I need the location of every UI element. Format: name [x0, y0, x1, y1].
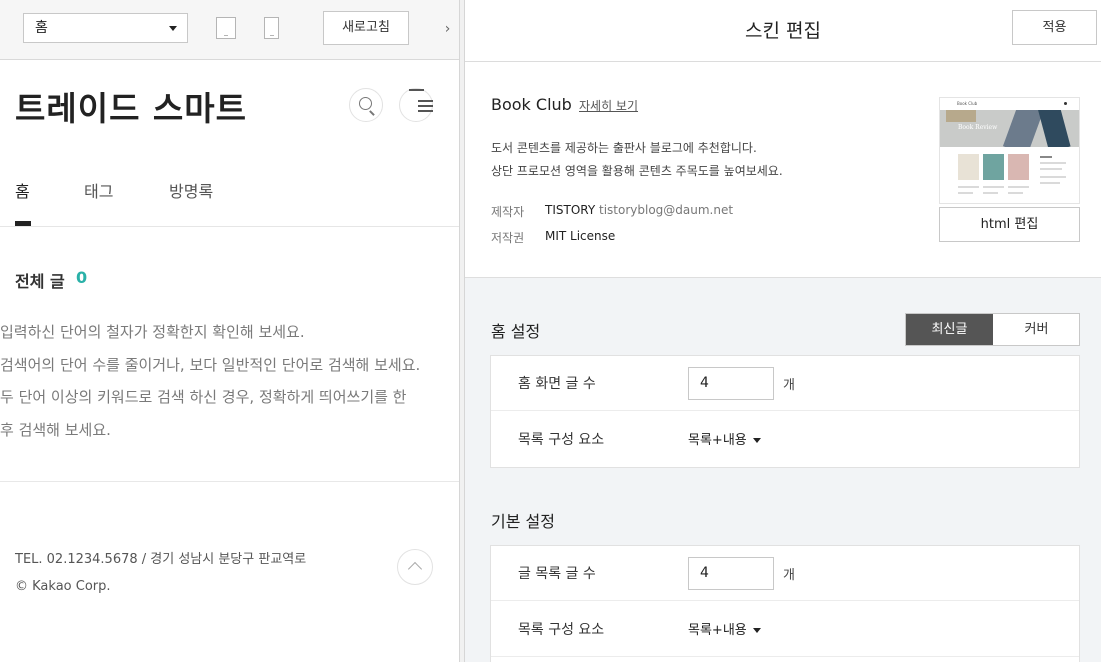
nav-tag[interactable]: 태그	[84, 178, 113, 202]
skin-thumbnail: Book Club Book Review	[939, 97, 1080, 204]
skin-editor-pane: 스킨 편집 적용 Book Club 자세히 보기 도서 콘텐츠를 제공하는 출…	[465, 0, 1101, 662]
row-label: 목록 구성 요소	[518, 432, 605, 448]
editor-title: 스킨 편집	[745, 20, 821, 42]
maker-label: 제작자	[491, 205, 525, 219]
hamburger-menu-icon	[409, 89, 433, 112]
home-settings-panel: 홈 화면 글 수 4 개 목록 구성 요소 목록+내용	[490, 355, 1080, 468]
search-guide: 입력하신 단어의 철자가 정확한지 확인해 보세요. 검색어의 단어 수를 줄이…	[0, 316, 459, 446]
blog-nav: 홈 태그 방명록	[0, 160, 459, 227]
basic-settings-panel: 글 목록 글 수 4 개 목록 구성 요소 목록+내용	[490, 545, 1080, 662]
license-label: 저작권	[491, 231, 525, 245]
license-value: MIT License	[545, 229, 616, 243]
guide-line: 두 단어 이상의 키워드로 검색 하신 경우, 정확하게 띄어쓰기를 한	[0, 388, 407, 406]
nav-guestbook[interactable]: 방명록	[169, 178, 213, 202]
mode-latest-button[interactable]: 최신글	[906, 314, 993, 345]
search-button[interactable]	[349, 88, 383, 122]
editor-header: 스킨 편집 적용	[465, 0, 1101, 62]
guide-line: 입력하신 단어의 철자가 정확한지 확인해 보세요.	[0, 323, 305, 341]
nav-home[interactable]: 홈	[15, 178, 30, 202]
row-label: 홈 화면 글 수	[518, 376, 596, 392]
guide-line: 검색어의 단어 수를 줄이거나, 보다 일반적인 단어로 검색해 보세요.	[0, 355, 421, 374]
chevron-up-icon[interactable]	[397, 549, 433, 585]
tablet-icon[interactable]	[216, 17, 236, 39]
preview-toolbar: 홈 새로고침 ›	[0, 0, 459, 60]
skin-info-card: Book Club 자세히 보기 도서 콘텐츠를 제공하는 출판사 블로그에 추…	[465, 62, 1101, 278]
list-post-count-input[interactable]: 4	[688, 557, 774, 590]
chevron-right-icon[interactable]: ›	[436, 0, 459, 60]
settings-row: 목록 구성 요소 목록+내용	[491, 412, 1079, 467]
row-label: 글 목록 글 수	[518, 566, 596, 582]
post-count-label: 전체 글	[15, 272, 65, 291]
guide-line: 후 검색해 보세요.	[0, 420, 111, 439]
chevron-down-icon	[169, 26, 177, 31]
footer-divider	[0, 481, 459, 482]
post-count: 0	[76, 268, 88, 287]
html-edit-button[interactable]: html 편집	[939, 207, 1080, 242]
skin-detail-link[interactable]: 자세히 보기	[579, 97, 638, 114]
description-line: 도서 콘텐츠를 제공하는 출판사 블로그에 추천합니다.	[491, 141, 757, 155]
home-post-count-input[interactable]: 4	[688, 367, 774, 400]
home-mode-toggle: 최신글 커버	[905, 313, 1080, 346]
thumbnail-bar-text: Book Club	[957, 101, 978, 106]
maker-email: tistoryblog@daum.net	[599, 203, 734, 217]
nav-active-indicator	[15, 221, 31, 226]
home-list-element-select[interactable]: 목록+내용	[688, 429, 761, 448]
basic-settings-title: 기본 설정	[491, 512, 555, 531]
page-select[interactable]: 홈	[23, 13, 188, 43]
row-label: 목록 구성 요소	[518, 622, 605, 638]
menu-button[interactable]	[399, 88, 433, 122]
mobile-icon[interactable]	[264, 17, 279, 39]
list-element-select[interactable]: 목록+내용	[688, 619, 761, 638]
preview-pane: 홈 새로고침 › 트레이드 스마트 홈 태그 방명록 전체 글 0 입력하신 단…	[0, 0, 459, 662]
chevron-down-icon	[752, 628, 761, 633]
refresh-button[interactable]: 새로고침	[323, 11, 409, 45]
page-select-value: 홈	[35, 20, 48, 36]
footer-contact: TEL. 02.1234.5678 / 경기 성남시 분당구 판교역로	[15, 552, 307, 567]
settings-row: 목록 구성 요소 목록+내용	[491, 602, 1079, 657]
apply-button[interactable]: 적용	[1012, 10, 1097, 45]
skin-name: Book Club	[491, 95, 572, 114]
dropdown-value: 목록+내용	[688, 623, 747, 638]
maker-value: TISTORY tistoryblog@daum.net	[545, 203, 733, 217]
skin-description: 도서 콘텐츠를 제공하는 출판사 블로그에 추천합니다. 상단 프로모션 영역을…	[491, 137, 783, 183]
blog-title[interactable]: 트레이드 스마트	[15, 82, 247, 130]
dropdown-value: 목록+내용	[688, 433, 747, 448]
settings-row: 글 목록 글 수 4 개	[491, 546, 1079, 601]
footer-copyright: © Kakao Corp.	[15, 579, 111, 594]
maker-name: TISTORY	[545, 203, 596, 217]
settings-row: 홈 화면 글 수 4 개	[491, 356, 1079, 411]
unit-label: 개	[783, 378, 795, 393]
chevron-down-icon	[752, 438, 761, 443]
description-line: 상단 프로모션 영역을 활용해 콘텐츠 주목도를 높여보세요.	[491, 164, 783, 178]
mode-cover-button[interactable]: 커버	[993, 314, 1080, 345]
unit-label: 개	[783, 568, 795, 583]
thumbnail-hero-text: Book Review	[958, 124, 998, 131]
home-settings-title: 홈 설정	[491, 322, 541, 341]
